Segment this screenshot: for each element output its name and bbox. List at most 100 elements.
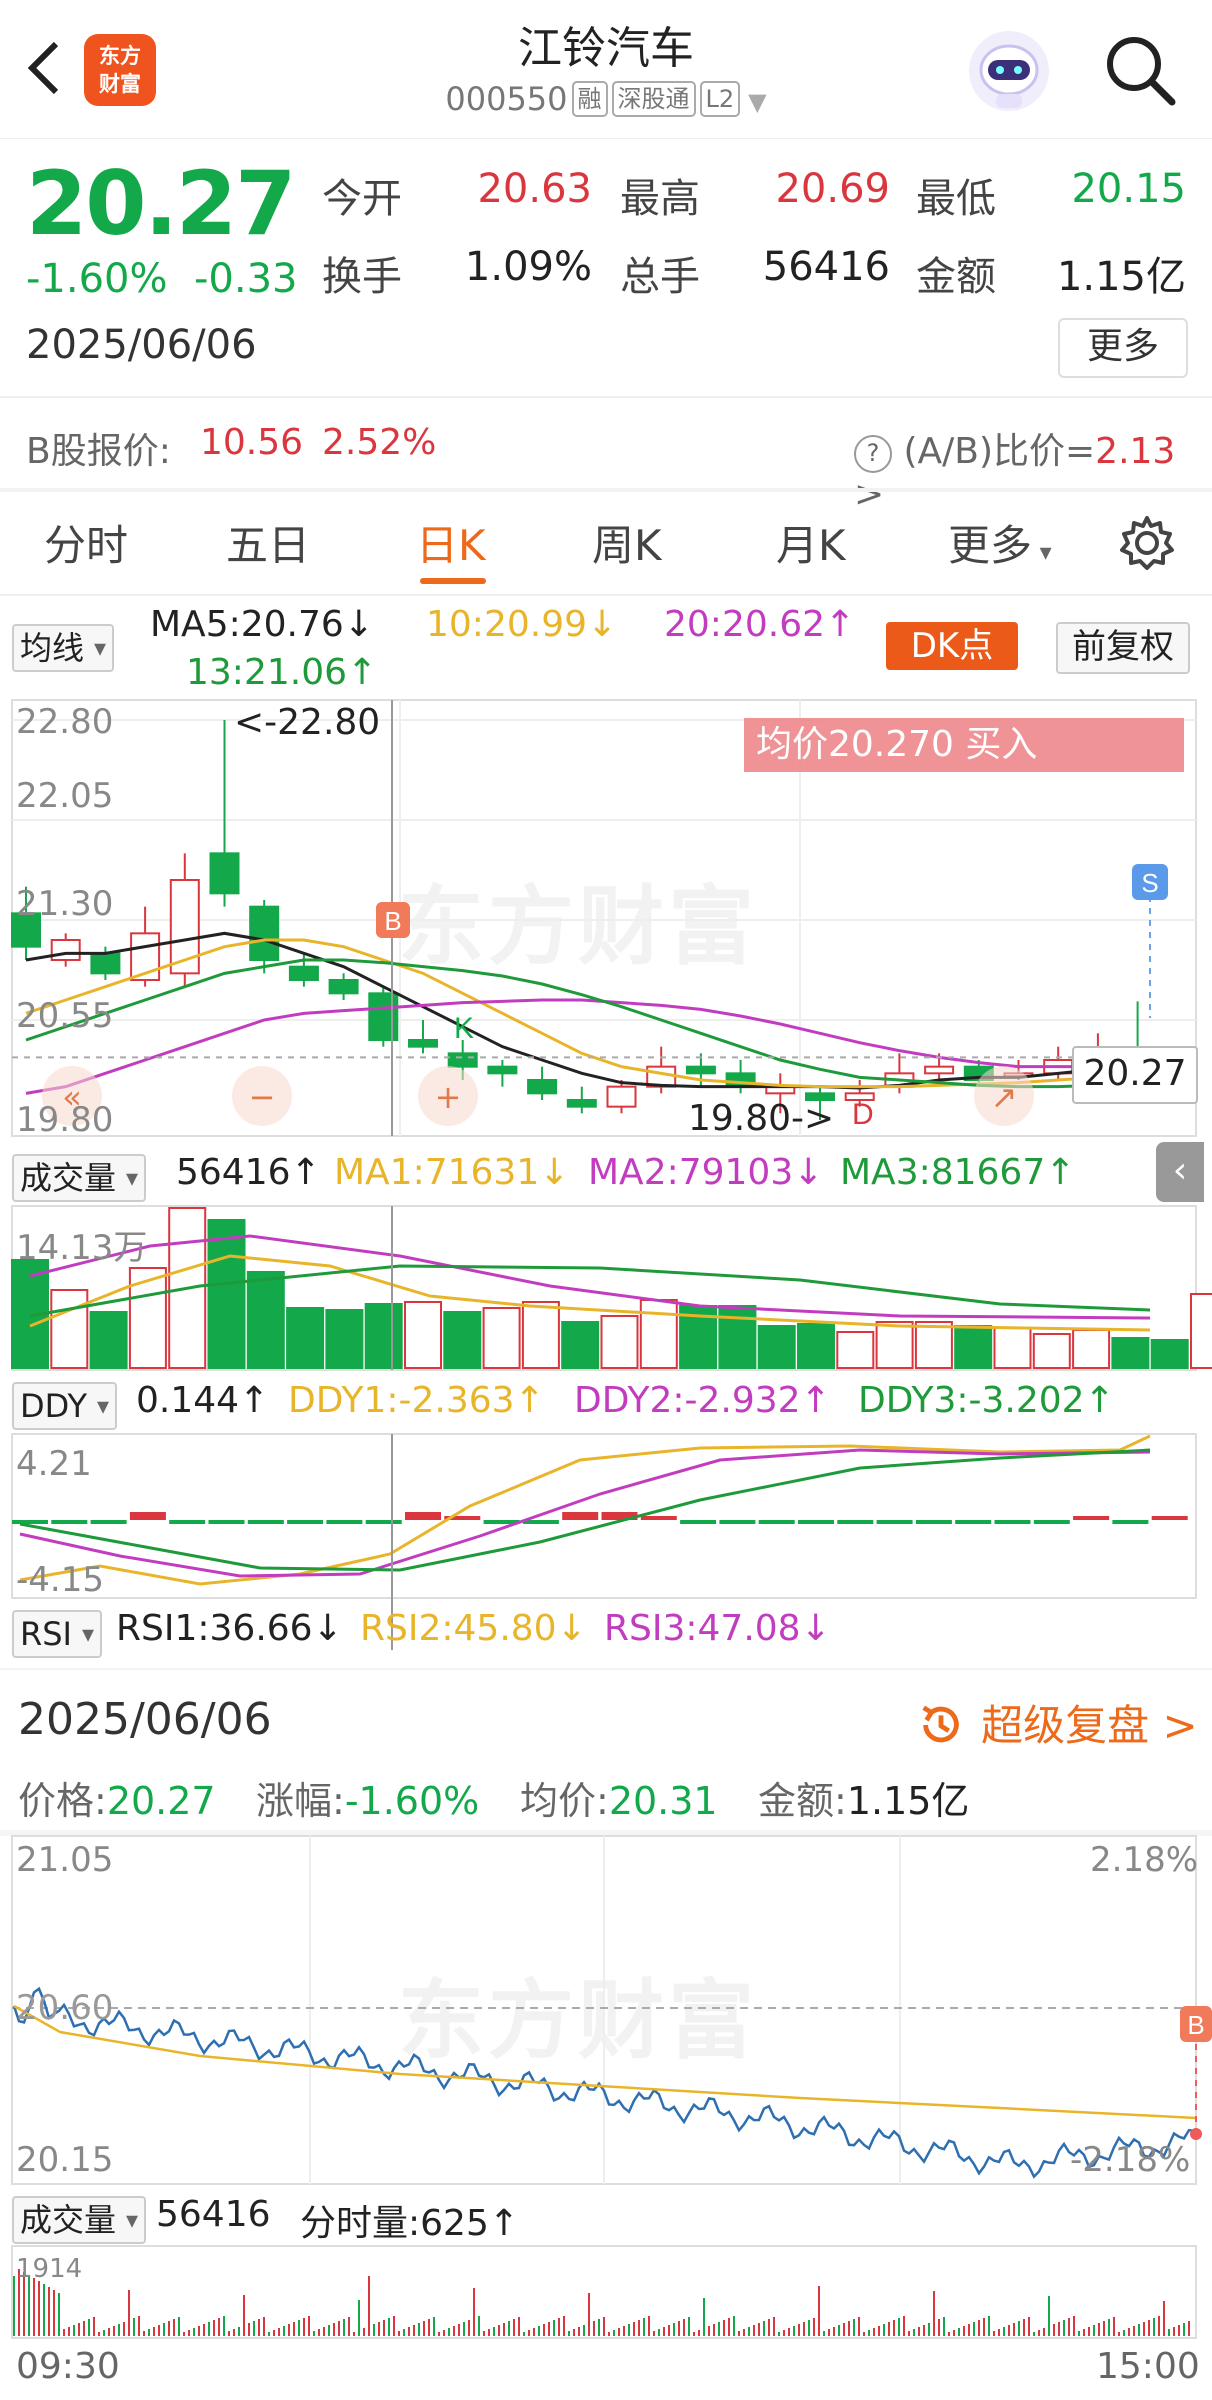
- volume-bar: [325, 1309, 364, 1369]
- k-axis-3: 21.30: [16, 884, 114, 924]
- history-clock-icon: [922, 1705, 959, 1743]
- candle-body: [487, 1065, 518, 1075]
- k-axis-bottom: 19.80: [16, 1100, 114, 1140]
- rsi2-value: RSI2:45.80↓: [360, 1608, 587, 1649]
- ddy-bar: [798, 1520, 834, 1524]
- ddy-bar: [169, 1520, 206, 1524]
- candle-body: [685, 1065, 716, 1075]
- ddy1-value: DDY1:-2.363↑: [288, 1380, 545, 1421]
- volume-selector[interactable]: 成交量: [12, 1154, 147, 1202]
- ab-ratio-row[interactable]: ? (A/B)比价=2.13 >: [854, 422, 1212, 515]
- intraday-avg: 均价:20.31: [520, 1779, 718, 1823]
- tab-monthly-k[interactable]: 月K: [776, 512, 846, 573]
- ddy-bar: [562, 1512, 599, 1520]
- change-percent: -1.60%: [26, 256, 168, 302]
- divider: [0, 594, 1212, 596]
- header: 东方 财富 江铃汽车 000550 融深股通 L2 ▼: [0, 0, 1212, 139]
- rsi1-value: RSI1:36.66↓: [116, 1608, 343, 1649]
- volume-bar: [50, 1289, 89, 1369]
- tab-weekly-k[interactable]: 周K: [592, 512, 662, 573]
- help-icon: ?: [854, 435, 892, 473]
- volume-chart[interactable]: [0, 1205, 1212, 1372]
- candle-body: [90, 952, 121, 975]
- divider: [0, 488, 1212, 492]
- search-icon[interactable]: [1100, 30, 1180, 110]
- intraday-axis-mid: 20.60: [16, 1988, 114, 2028]
- gear-icon[interactable]: [1118, 514, 1176, 572]
- tab-five-day[interactable]: 五日: [226, 512, 310, 573]
- candle-body: [447, 1052, 478, 1068]
- ma13-value: 13:21.06↑: [186, 652, 378, 693]
- volume-bar: [404, 1301, 442, 1369]
- ddy-value: 0.144↑: [136, 1380, 270, 1421]
- volume-bar: [482, 1307, 521, 1369]
- intraday-axis-high: 21.05: [16, 1840, 114, 1880]
- ddy-bar: [12, 1520, 48, 1524]
- candle-body: [288, 965, 319, 981]
- volume-bar: [89, 1311, 128, 1369]
- high-label: 最高: [620, 176, 700, 222]
- candle-body: [606, 1085, 637, 1108]
- ddy-bar: [719, 1520, 756, 1524]
- ddy-bar: [915, 1520, 952, 1524]
- ab-ratio-value: 2.13: [1095, 431, 1176, 472]
- candle-body: [50, 939, 81, 961]
- ddy-selector[interactable]: DDY: [12, 1382, 118, 1430]
- volume-bar: [757, 1325, 796, 1369]
- dropdown-icon: ▼: [748, 88, 767, 116]
- chevron-right-icon: >: [854, 474, 885, 515]
- super-replay-link[interactable]: 超级复盘 >: [916, 1692, 1198, 1753]
- amount-label: 金额: [916, 254, 996, 300]
- intraday-pct-low: -2.18%: [1070, 2140, 1191, 2180]
- candle-body: [209, 852, 240, 895]
- robot-assistant-icon[interactable]: [966, 28, 1052, 114]
- open-label: 今开: [322, 176, 402, 222]
- volume-bar: [1190, 1293, 1212, 1369]
- amount-value: 1.15亿: [1056, 254, 1186, 300]
- tab-intraday[interactable]: 分时: [44, 512, 128, 573]
- ma-selector[interactable]: 均线: [12, 624, 115, 672]
- bshare-label: B股报价:: [26, 431, 171, 472]
- volume-bar: [639, 1299, 678, 1369]
- stock-code: 000550: [445, 80, 568, 118]
- volume-bar: [875, 1321, 914, 1369]
- more-button[interactable]: 更多: [1058, 318, 1188, 378]
- ddy-bar: [955, 1520, 992, 1524]
- tab-daily-k[interactable]: 日K: [416, 512, 486, 573]
- volume-ma3: MA3:81667↑: [840, 1152, 1076, 1193]
- volume-bar: [600, 1315, 639, 1369]
- ddy-bar: [90, 1520, 127, 1524]
- volume-bar: [1111, 1337, 1150, 1369]
- candle-body: [566, 1099, 597, 1108]
- dk-point-button[interactable]: DK点: [886, 622, 1018, 670]
- intraday-buy-marker-label: B: [1187, 2010, 1204, 2040]
- volume-ma2: MA2:79103↓: [588, 1152, 824, 1193]
- current-price: 20.27: [26, 152, 296, 255]
- intraday-pct-high: 2.18%: [1090, 1840, 1199, 1880]
- volume-current: 56416↑: [176, 1152, 321, 1193]
- ddy-bar: [365, 1520, 402, 1524]
- tab-more[interactable]: 更多 ▾: [948, 512, 1052, 573]
- k-axis-4: 20.55: [16, 996, 114, 1036]
- volume-bar: [797, 1323, 835, 1369]
- collapse-arrow-button[interactable]: ‹: [1156, 1142, 1204, 1202]
- volume-bar: [286, 1307, 325, 1369]
- rsi-selector[interactable]: RSI: [12, 1610, 102, 1658]
- volume-bar: [561, 1321, 600, 1369]
- ddy-chart[interactable]: [0, 1433, 1212, 1650]
- intraday-chart[interactable]: B: [0, 1835, 1212, 2186]
- fullscreen-icon: ↗: [991, 1078, 1018, 1116]
- volume-bar: [364, 1303, 403, 1369]
- ddy-bar: [287, 1520, 324, 1524]
- intraday-change: 涨幅:-1.60%: [256, 1779, 480, 1823]
- intraday-volume-chart[interactable]: [0, 2245, 1212, 2340]
- divider: [0, 396, 1212, 398]
- intraday-volume-selector[interactable]: 成交量: [12, 2196, 147, 2244]
- super-replay-label: 超级复盘 >: [981, 1701, 1198, 1750]
- tag-level2: L2: [699, 81, 741, 117]
- ma20-value: 20:20.62↑: [664, 604, 856, 645]
- volume-bar: [718, 1305, 757, 1369]
- forward-adjust-button[interactable]: 前复权: [1056, 622, 1190, 674]
- sell-marker-label: S: [1141, 868, 1158, 898]
- time-end: 15:00: [1096, 2346, 1200, 2387]
